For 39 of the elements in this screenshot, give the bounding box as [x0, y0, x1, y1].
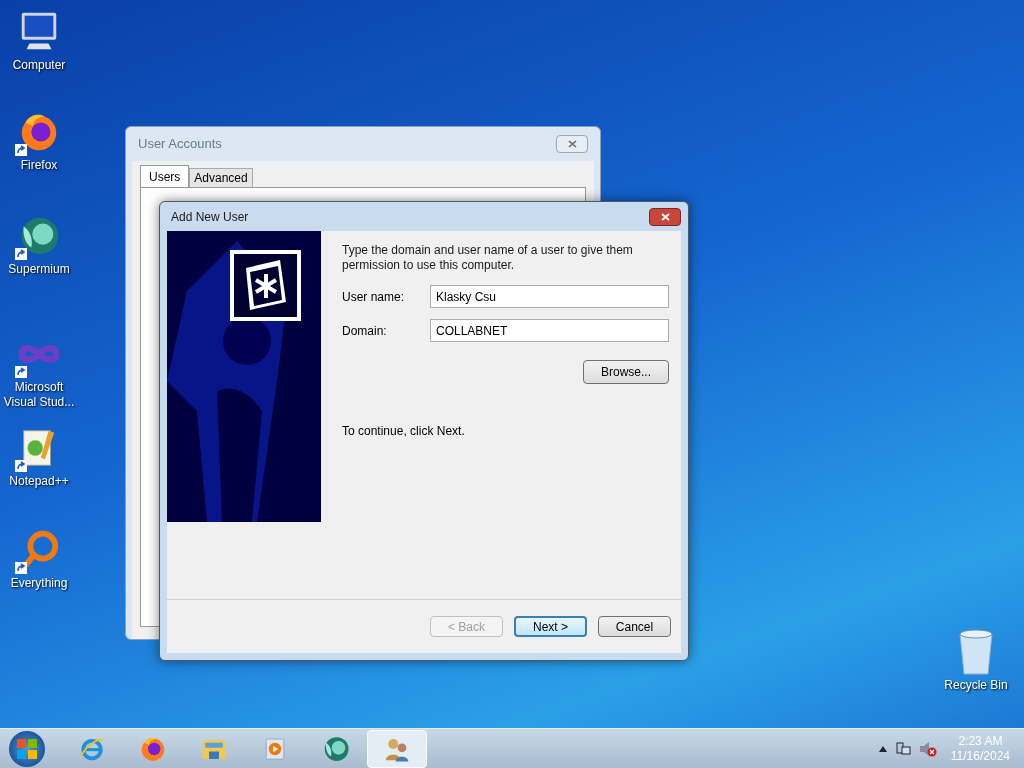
shortcut-arrow-icon	[15, 366, 27, 378]
shortcut-label: Recycle Bin	[944, 677, 1008, 694]
speaker-muted-icon[interactable]	[918, 740, 937, 757]
field-label: User name:	[342, 288, 406, 306]
shortcut-arrow-icon	[15, 248, 27, 260]
taskbar-button[interactable]	[367, 729, 427, 768]
tab[interactable]: Advanced	[189, 168, 253, 187]
text-field[interactable]: COLLABNET	[430, 319, 669, 342]
close-icon	[567, 140, 577, 148]
shortcut-label: Notepad++	[9, 474, 69, 489]
tab[interactable]: Users	[140, 165, 190, 187]
shortcut-label: Firefox	[20, 158, 58, 173]
browse-button[interactable]: Browse...	[583, 360, 669, 384]
key-icon	[234, 254, 297, 317]
shortcut-arrow-icon	[15, 562, 27, 574]
dialog-title: Add New User	[171, 208, 249, 226]
network-icon[interactable]	[894, 740, 911, 757]
wizard-button[interactable]: Next >	[514, 616, 587, 637]
windows-logo-icon	[16, 737, 38, 760]
shortcut-arrow-icon	[15, 144, 27, 156]
trash-bin-icon[interactable]	[956, 628, 996, 676]
start-button[interactable]	[9, 730, 45, 767]
text-field[interactable]: Klasky Csu	[430, 285, 669, 308]
clock-time: 2:23 AM	[958, 733, 1003, 749]
wizard-button[interactable]: Cancel	[598, 616, 671, 637]
continue-text: To continue, click Next.	[342, 423, 466, 440]
shortcut-arrow-icon	[15, 460, 27, 472]
close-icon	[660, 212, 670, 221]
show-hidden-icons-icon[interactable]	[878, 745, 887, 752]
clock-date: 11/16/2024	[950, 748, 1010, 764]
shortcut-label: Everything	[10, 576, 68, 591]
shortcut-label: Computer	[12, 58, 66, 73]
close-button[interactable]	[649, 207, 681, 226]
shortcut-label: Microsoft Visual Stud...	[2, 380, 76, 410]
shortcut-label: Supermium	[8, 262, 70, 277]
instruction-text: Type the domain and user name of a user to give them permission to use this computer.	[342, 243, 634, 273]
window-title: User Accounts	[138, 135, 222, 154]
field-label: Domain:	[342, 322, 388, 340]
close-button[interactable]	[556, 135, 588, 153]
